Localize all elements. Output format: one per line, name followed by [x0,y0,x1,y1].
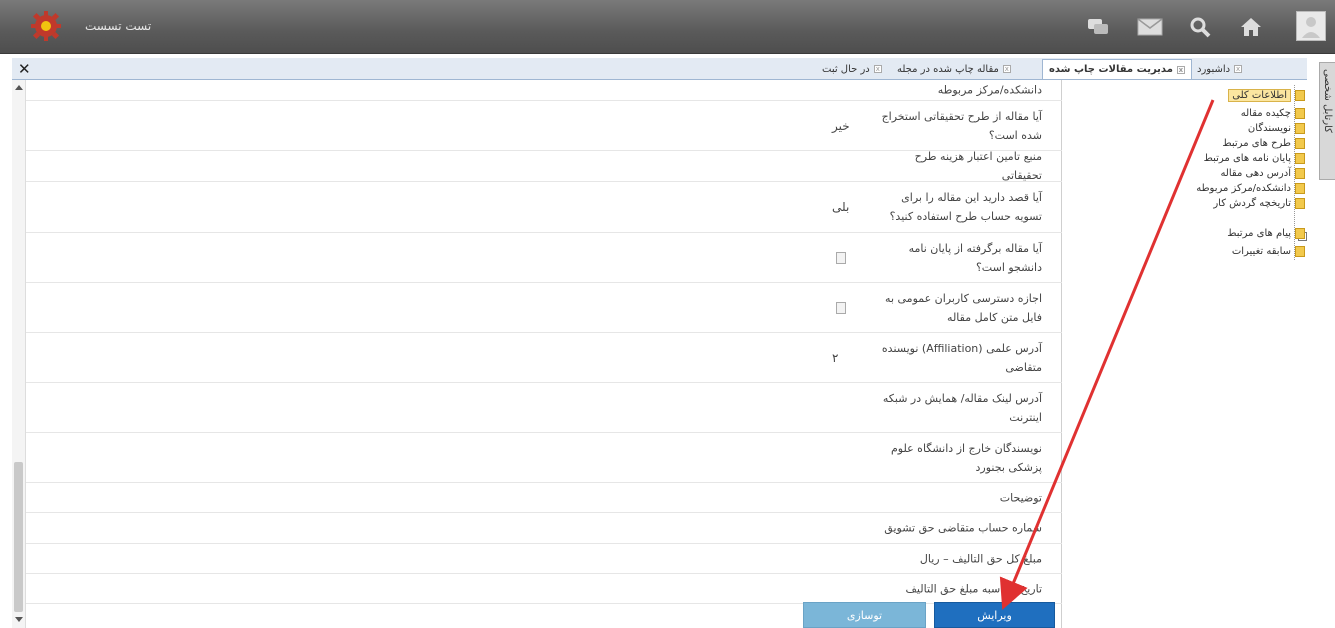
search-icon[interactable] [1185,13,1215,41]
tree-item-label: پیام های مرتبط [1227,228,1291,239]
scroll-down-icon[interactable] [15,617,23,622]
tab-bar: ✕ در حال ثبت x مقاله چاپ شده در مجله x مدی… [12,58,1307,80]
avatar[interactable] [1296,11,1326,41]
tree-item-related-theses[interactable]: پایان نامه های مرتبط [1204,151,1305,166]
public-access-checkbox[interactable] [836,301,846,314]
field-label: اجازه دسترسی کاربران عمومی به فایل متن ک… [885,291,1042,324]
home-icon[interactable] [1236,13,1266,41]
tab-close-icon[interactable]: x [1234,65,1243,73]
tree-item-label: طرح های مرتبط [1222,138,1291,149]
edit-button[interactable]: ویرایش [934,602,1055,628]
thesis-derived-checkbox[interactable] [836,251,846,264]
field-label: مبلغ کل حق التالیف – ریال [919,552,1042,565]
tree-item-label: اطلاعات کلی [1228,89,1291,102]
tree-item-label: آدرس دهی مقاله [1220,168,1291,179]
tab-close-icon[interactable]: x [1176,65,1185,74]
tree-item-label: دانشکده/مرکز مربوطه [1196,183,1291,194]
close-icon[interactable]: ✕ [18,60,31,78]
top-bar: تست تسست [0,0,1335,54]
form-row: آیا قصد دارید این مقاله را برای تسویه حس… [26,182,1062,233]
app-title: تست تسست [85,19,152,33]
field-label: دانشکده/مرکز مربوطه [937,83,1042,97]
tab-manage-published-articles[interactable]: مدیریت مقالات چاپ شده x [1042,59,1192,79]
cancel-button[interactable]: توسازی [803,602,926,628]
field-label: آدرس علمی (Affiliation) نویسنده متقاضی [881,341,1042,374]
tree-item-label: نویسندگان [1247,123,1291,134]
tab-dashboard[interactable]: داشبورد x [1197,59,1243,79]
tree-item-label: چکیده مقاله [1240,108,1291,119]
tree-item-label: پایان نامه های مرتبط [1203,153,1291,164]
form-row: آدرس لینک مقاله/ همایش در شبکه اینترنت [26,383,1062,433]
tab-journal-article[interactable]: مقاله چاپ شده در مجله x [897,59,1011,79]
tree-item-related-projects[interactable]: طرح های مرتبط [1222,136,1305,151]
form-row: تاریخ محاسبه مبلغ حق التالیف [26,574,1062,604]
folder-icon [1295,123,1305,134]
form-row: مبلغ کل حق التالیف – ریال [26,544,1062,574]
tree-item-change-history[interactable]: سابقه تغییرات [1232,244,1305,259]
mail-icon[interactable] [1135,13,1165,41]
tree-item-article-addressing[interactable]: آدرس دهی مقاله [1220,166,1305,181]
tree-item-general-info[interactable]: اطلاعات کلی [1228,88,1305,103]
tree-item-abstract[interactable]: چکیده مقاله [1241,106,1305,121]
folder-icon [1295,183,1305,194]
folder-icon [1295,108,1305,119]
field-label: منبع تامین اعتبار هزینه طرح تحقیقاتی [914,150,1042,182]
vertical-scrollbar[interactable] [12,80,26,628]
tree-item-authors[interactable]: نویسندگان [1248,121,1305,136]
form-row: آیا مقاله برگرفته از پایان نامه دانشجو ا… [26,233,1062,283]
folder-icon [1295,168,1305,179]
tree-item-label: سابقه تغییرات [1231,246,1291,257]
form-row: توضیحات [26,483,1062,513]
folder-icon [1295,246,1305,257]
tab-close-icon[interactable]: x [873,65,882,73]
folder-icon [1295,228,1305,239]
form-row: آیا مقاله از طرح تحقیقاتی استخراج شده اس… [26,101,1062,151]
field-label: تاریخ محاسبه مبلغ حق التالیف [905,582,1042,595]
tab-in-progress[interactable]: در حال ثبت x [822,59,882,79]
tab-label: داشبورد [1197,63,1231,75]
form-row: منبع تامین اعتبار هزینه طرح تحقیقاتی [26,150,1062,182]
tab-close-icon[interactable]: x [1002,65,1011,73]
folder-icon [1295,198,1305,209]
form-row: شماره حساب متقاضی حق تشویق [26,513,1062,544]
tree-item-faculty[interactable]: دانشکده/مرکز مربوطه [1196,181,1305,196]
form-row: اجازه دسترسی کاربران عمومی به فایل متن ک… [26,283,1062,333]
article-details-panel: دانشکده/مرکز مربوطه آیا مقاله از طرح تحق… [12,80,1062,628]
field-value: ۲ [832,350,839,365]
tab-label: مدیریت مقالات چاپ شده [1049,64,1173,75]
form-row: نویسندگان خارج از دانشگاه علوم پزشکی بجن… [26,433,1062,483]
folder-icon [1295,153,1305,164]
tab-label: مقاله چاپ شده در مجله [897,63,999,75]
tree-item-label: تاریخچه گردش کار [1213,198,1291,209]
personal-cartable-side-tab[interactable]: کارتابل شخصی [1319,62,1335,180]
field-label: نویسندگان خارج از دانشگاه علوم پزشکی بجن… [890,441,1042,474]
tree-item-related-messages[interactable]: پیام های مرتبط [1227,226,1305,241]
tree-item-workflow-history[interactable]: تاریخچه گردش کار [1213,196,1305,211]
field-label: آدرس لینک مقاله/ همایش در شبکه اینترنت [882,391,1042,424]
gear-logo-icon [30,10,62,42]
field-label: آیا مقاله از طرح تحقیقاتی استخراج شده اس… [881,109,1042,142]
field-label: آیا قصد دارید این مقاله را برای تسویه حس… [889,191,1042,223]
field-label: شماره حساب متقاضی حق تشویق [884,521,1042,535]
form-row: آدرس علمی (Affiliation) نویسنده متقاضی ۲ [26,333,1062,383]
field-value: خیر [832,118,850,133]
scroll-up-icon[interactable] [15,85,23,90]
field-label: آیا مقاله برگرفته از پایان نامه دانشجو ا… [908,241,1042,274]
scroll-thumb[interactable] [14,462,23,612]
chat-icon[interactable] [1083,13,1113,41]
field-label: توضیحات [999,491,1042,504]
tab-label: در حال ثبت [822,63,870,75]
field-value: بلی [832,200,850,214]
folder-icon [1295,90,1305,101]
form-row: دانشکده/مرکز مربوطه [26,80,1062,101]
folder-icon [1295,138,1305,149]
